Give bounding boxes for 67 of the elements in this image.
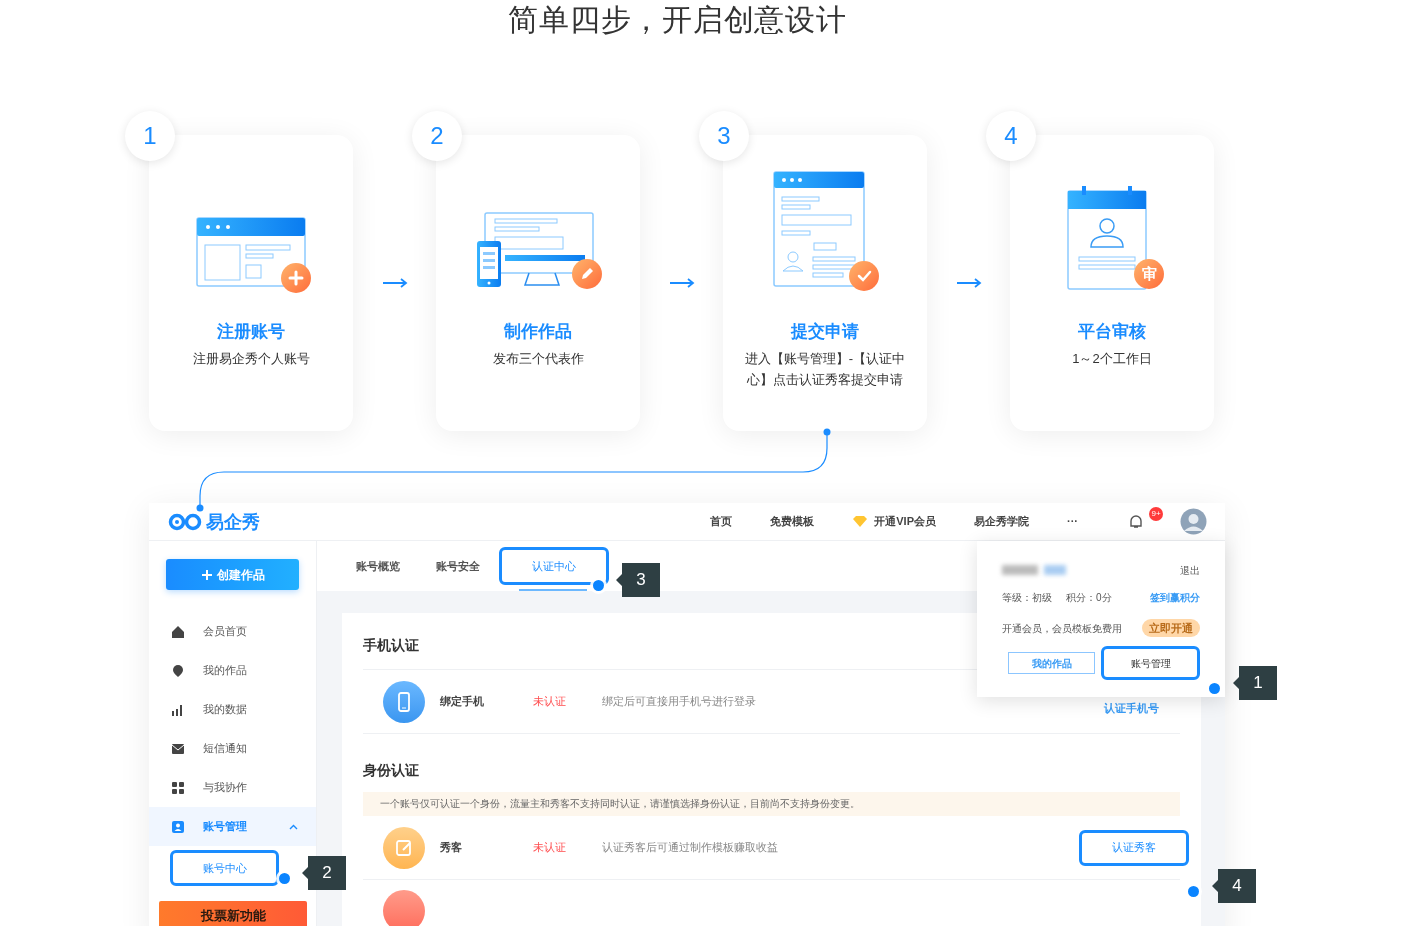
section-title: 手机认证 [363, 636, 419, 655]
step-number: 3 [699, 111, 749, 161]
points-text: 积分：0分 [1066, 590, 1112, 605]
sidebar-subitem[interactable]: 账号中心 [170, 850, 279, 886]
item-description: 绑定后可直接用手机号进行登录 [602, 693, 756, 709]
section-title: 身份认证 [363, 761, 419, 780]
step-description: 发布三个代表作 [492, 350, 584, 368]
item-name: 绑定手机 [440, 694, 485, 710]
arrow-icon [955, 278, 982, 288]
item-description: 认证秀客后可通过制作模板赚取收益 [602, 839, 778, 855]
step-title: 注册账号 [217, 321, 285, 343]
step-number: 1 [125, 111, 175, 161]
logout-link[interactable]: 退出 [1180, 562, 1200, 578]
step-number: 2 [412, 111, 462, 161]
step-title: 平台审核 [1078, 321, 1146, 343]
tab[interactable]: 账号概览 [339, 547, 417, 585]
phone-icon [383, 680, 425, 723]
plus-badge-icon [281, 263, 311, 293]
page-title: 简单四步，开启创意设计 [508, 2, 847, 38]
logo-icon [168, 512, 204, 531]
verify-button[interactable]: 认证秀客 [1079, 829, 1189, 866]
step-description: 1～2个工作日 [1072, 350, 1152, 368]
step-title: 制作作品 [504, 321, 572, 343]
edit-icon [383, 826, 425, 869]
sidebar-item[interactable]: 我的数据 [149, 690, 316, 729]
check-badge-icon [849, 261, 879, 291]
logo-text: 易企秀 [206, 512, 260, 531]
level-text: 等级：初级 [1002, 590, 1052, 605]
pencil-badge-icon [572, 259, 602, 289]
nav-link[interactable]: 首页 [710, 513, 733, 530]
nav-link[interactable]: ··· [1067, 513, 1078, 530]
sidebar-item[interactable]: 会员首页 [149, 612, 316, 651]
bell-icon[interactable] [1128, 513, 1144, 530]
step-description: 进入【账号管理】-【认证中心】点击认证秀客提交申请 [743, 350, 907, 389]
user-card-icon [171, 819, 185, 834]
home-icon [171, 624, 185, 639]
promo-banner[interactable]: 投票新功能 [159, 901, 307, 926]
sidebar-item[interactable]: 我的作品 [149, 651, 316, 690]
sidebar-item[interactable]: 与我协作 [149, 768, 316, 807]
status-label: 未认证 [533, 694, 567, 710]
review-badge: 审 [1134, 259, 1164, 289]
notice-bar: 一个账号仅可认证一个身份，流量主和秀客不支持同时认证，请谨慎选择身份认证，目前尚不支持身份变更。 [363, 792, 1180, 816]
nav-link[interactable]: 开通VIP会员 [852, 513, 936, 530]
chevron-up-icon [289, 823, 298, 830]
step-number: 4 [986, 111, 1036, 161]
menu-button[interactable]: 账号管理 [1101, 646, 1200, 680]
mail-icon [171, 741, 185, 756]
item-name: 秀客 [440, 840, 463, 856]
avatar-icon [1180, 508, 1207, 535]
diamond-icon [852, 515, 869, 528]
notification-badge: 9+ [1149, 507, 1163, 521]
nav-link[interactable]: 免费模板 [770, 513, 815, 530]
arrow-icon [381, 278, 408, 288]
grid-icon [171, 780, 185, 795]
step-title: 提交申请 [791, 321, 859, 343]
plus-icon [200, 568, 213, 581]
callout-badge: 1 [1233, 666, 1277, 700]
step-description: 注册易企秀个人账号 [192, 350, 310, 368]
promo-text: 开通会员，会员模板免费用 [1002, 621, 1122, 636]
status-label: 未认证 [533, 840, 567, 856]
sidebar-item[interactable]: 短信通知 [149, 729, 316, 768]
nav-link[interactable]: 易企秀学院 [974, 513, 1029, 530]
pin-icon [171, 663, 185, 678]
redacted-name [1002, 565, 1068, 575]
arrow-icon [668, 278, 695, 288]
tab[interactable]: 账号安全 [419, 547, 497, 585]
bar-chart-icon [171, 702, 185, 717]
